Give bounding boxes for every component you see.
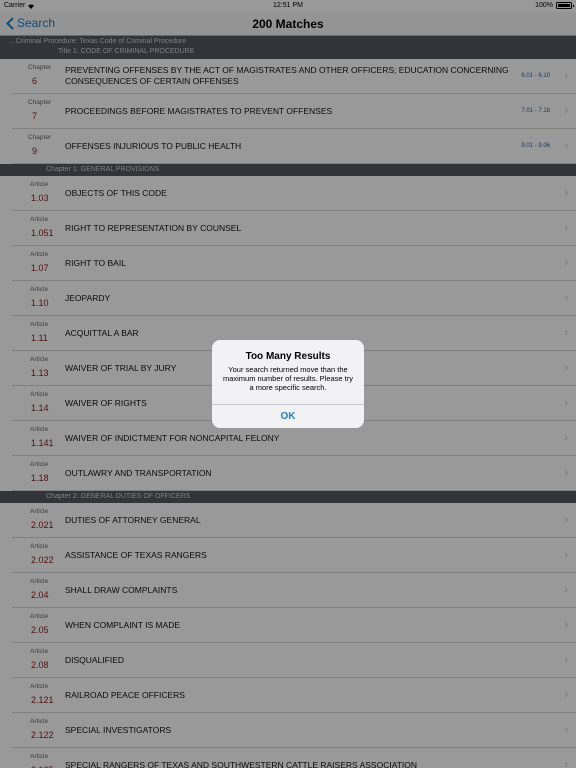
alert-title: Too Many Results	[245, 351, 331, 362]
ok-button[interactable]: OK	[212, 404, 364, 428]
too-many-results-alert: Too Many Results Your search returned mo…	[212, 340, 364, 428]
alert-message: Your search returned move than the maxim…	[222, 365, 354, 392]
